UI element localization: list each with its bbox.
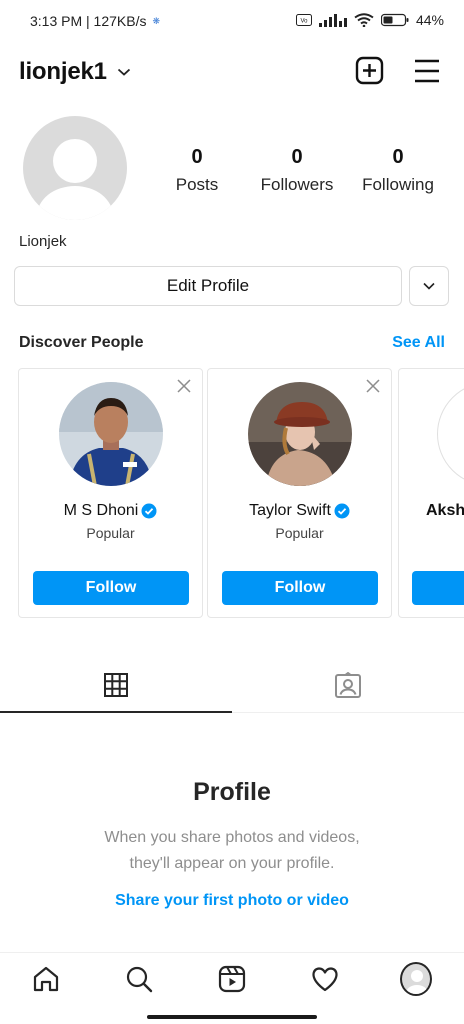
profile-avatar[interactable] bbox=[23, 116, 127, 220]
suggestion-avatar[interactable] bbox=[437, 382, 464, 486]
person-photo bbox=[248, 382, 352, 486]
follow-button[interactable] bbox=[412, 571, 464, 605]
person-photo bbox=[59, 382, 163, 486]
stat-value: 0 bbox=[392, 146, 404, 168]
search-icon bbox=[126, 966, 153, 993]
close-icon[interactable] bbox=[365, 378, 381, 394]
empty-state-text: When you share photos and videos, they'l… bbox=[0, 825, 464, 877]
grid-icon bbox=[104, 673, 128, 697]
tagged-icon bbox=[335, 672, 361, 698]
nav-search[interactable] bbox=[123, 963, 155, 995]
bottom-nav-divider bbox=[0, 952, 464, 953]
nav-reels[interactable] bbox=[216, 963, 248, 995]
empty-state-line: they'll appear on your profile. bbox=[129, 855, 335, 872]
svg-text:Vo: Vo bbox=[300, 19, 308, 25]
suggestion-avatar[interactable] bbox=[59, 382, 163, 486]
stat-label: Posts bbox=[175, 175, 219, 194]
verified-badge-icon bbox=[141, 503, 157, 519]
suggestion-card[interactable]: Taylor Swift Popular Follow bbox=[207, 368, 392, 618]
discover-people-title: Discover People bbox=[19, 334, 144, 351]
suggestion-name: Aksh bbox=[426, 502, 464, 519]
volte-icon: Vo bbox=[295, 14, 312, 26]
active-tab-indicator bbox=[0, 711, 232, 713]
empty-state-title: Profile bbox=[193, 778, 271, 806]
reels-icon bbox=[218, 965, 246, 993]
close-icon[interactable] bbox=[176, 378, 192, 394]
home-icon bbox=[33, 966, 59, 992]
default-avatar-icon bbox=[406, 970, 428, 994]
see-all-link[interactable]: See All bbox=[392, 334, 445, 352]
stat-label: Followers bbox=[260, 175, 334, 194]
suggestion-name: Taylor Swift bbox=[249, 502, 331, 519]
suggestion-name: M S Dhoni bbox=[63, 502, 139, 519]
status-right: Vo 44% bbox=[295, 12, 444, 28]
verified-badge-icon bbox=[334, 503, 350, 519]
stat-posts[interactable]: 0 Posts bbox=[147, 146, 247, 195]
stat-label: Following bbox=[362, 175, 434, 194]
profile-header: lionjek1 bbox=[0, 52, 464, 92]
plus-square-icon[interactable] bbox=[355, 56, 385, 86]
nav-activity[interactable] bbox=[309, 963, 341, 995]
status-left: 3:13 PM | 127KB/s ❋ bbox=[30, 13, 160, 29]
signal-icon bbox=[318, 14, 347, 27]
battery-icon bbox=[380, 13, 409, 27]
status-time: 3:13 PM | 127KB/s bbox=[30, 13, 147, 29]
chevron-down-icon bbox=[423, 282, 435, 290]
tab-grid[interactable] bbox=[0, 666, 232, 712]
heart-icon bbox=[312, 967, 338, 992]
stat-value: 0 bbox=[191, 146, 203, 168]
wifi-icon bbox=[354, 13, 374, 27]
display-name: Lionjek bbox=[19, 233, 67, 250]
battery-percent: 44% bbox=[415, 12, 444, 28]
nav-home[interactable] bbox=[30, 963, 62, 995]
username-switcher[interactable]: lionjek1 bbox=[19, 58, 107, 86]
stat-followers[interactable]: 0 Followers bbox=[247, 146, 347, 195]
share-first-photo-link[interactable]: Share your first photo or video bbox=[0, 892, 464, 910]
suggestion-name-row: Taylor Swift bbox=[208, 502, 391, 520]
menu-icon[interactable] bbox=[412, 56, 442, 86]
suggestion-name-row: M S Dhoni bbox=[19, 502, 202, 520]
suggestion-subtitle: Popular bbox=[275, 525, 324, 541]
stat-value: 0 bbox=[291, 146, 303, 168]
suggestion-card-partial[interactable]: Aksh bbox=[398, 368, 464, 618]
empty-state-line: When you share photos and videos, bbox=[104, 829, 360, 846]
edit-profile-button[interactable]: Edit Profile bbox=[14, 266, 402, 306]
suggestion-avatar[interactable] bbox=[248, 382, 352, 486]
default-avatar-icon bbox=[37, 139, 113, 220]
follow-button[interactable]: Follow bbox=[33, 571, 189, 605]
profile-avatar-small bbox=[400, 962, 432, 996]
suggestion-card[interactable]: M S Dhoni Popular Follow bbox=[18, 368, 203, 618]
nav-profile[interactable] bbox=[400, 962, 432, 996]
suggestion-subtitle: Popular bbox=[86, 525, 135, 541]
tab-tagged[interactable] bbox=[232, 666, 464, 712]
stat-following[interactable]: 0 Following bbox=[348, 146, 448, 195]
settings-dot-icon: ❋ bbox=[152, 15, 161, 26]
discover-toggle-button[interactable] bbox=[409, 266, 449, 306]
status-bar: 3:13 PM | 127KB/s ❋ Vo 44% bbox=[0, 0, 464, 44]
follow-button[interactable]: Follow bbox=[222, 571, 378, 605]
tab-divider bbox=[232, 712, 464, 713]
gesture-bar bbox=[147, 1015, 317, 1019]
chevron-down-icon[interactable] bbox=[117, 67, 131, 77]
